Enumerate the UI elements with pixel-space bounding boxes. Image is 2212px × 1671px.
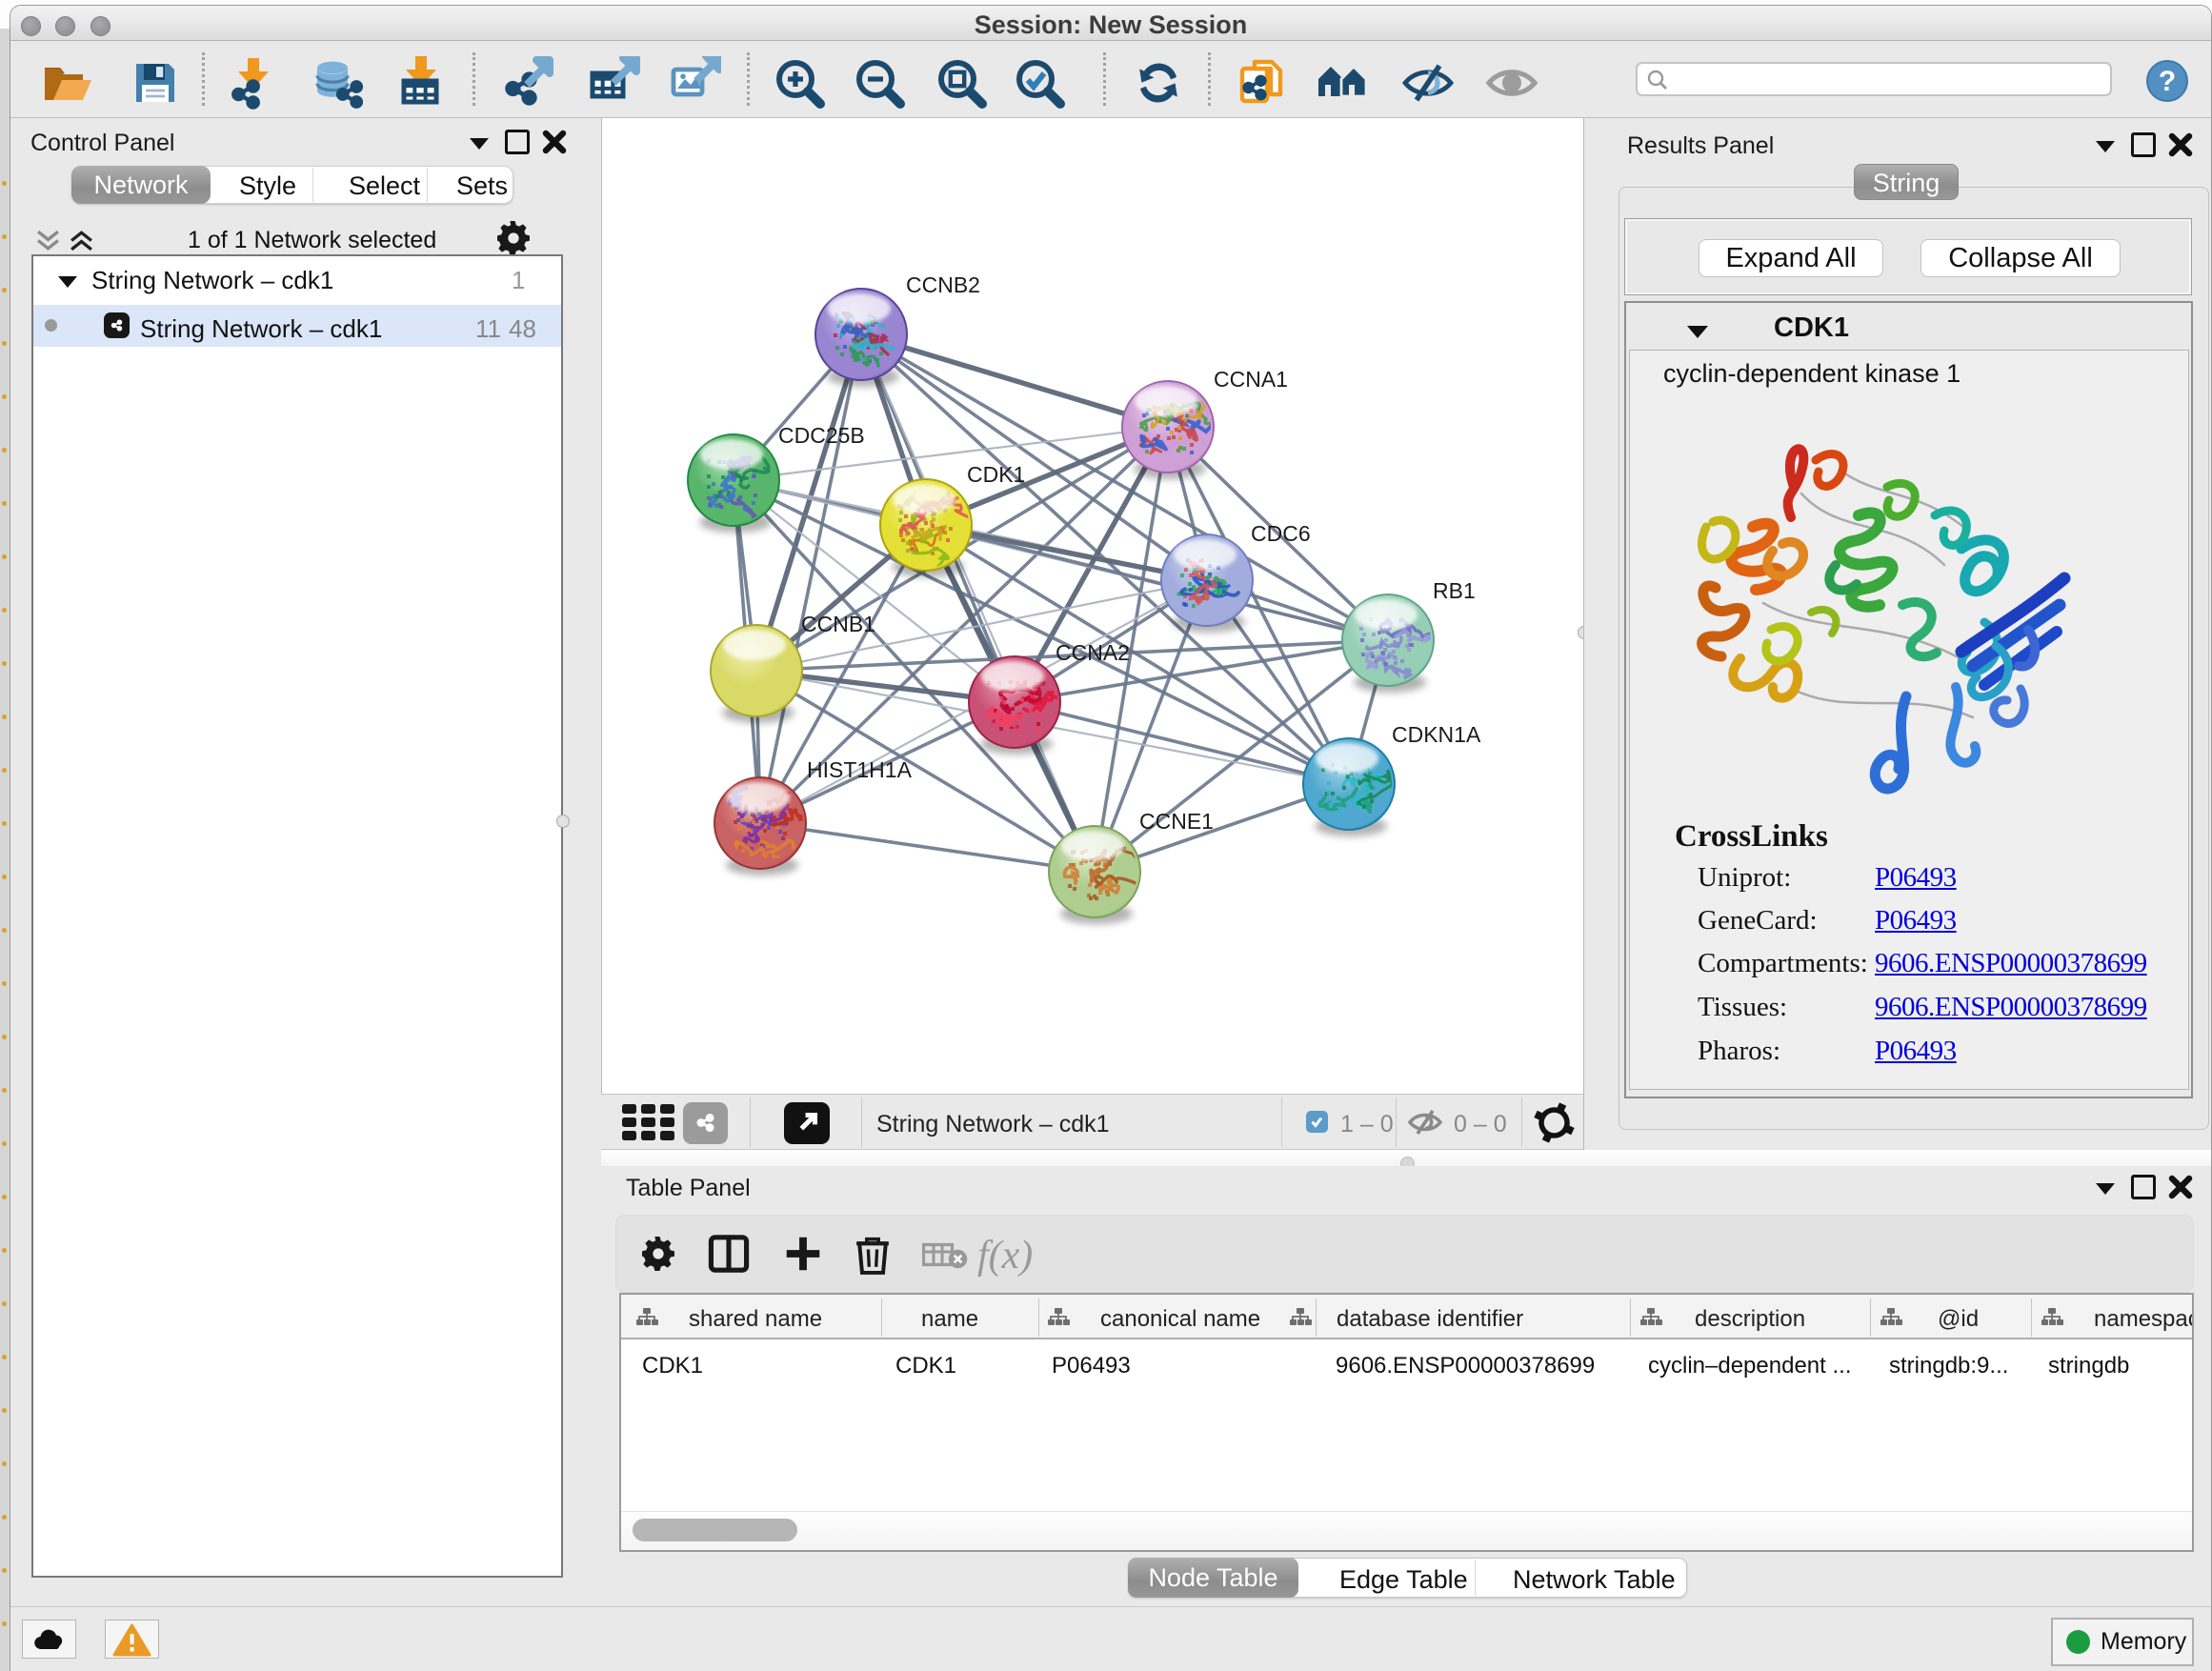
- svg-text:CDC6: CDC6: [1251, 521, 1311, 546]
- svg-text:?: ?: [2159, 66, 2176, 97]
- svg-text:CCNB1: CCNB1: [801, 612, 875, 636]
- svg-text:CCNA2: CCNA2: [1056, 640, 1130, 665]
- svg-text:CDK1: CDK1: [967, 462, 1025, 487]
- svg-text:CDC25B: CDC25B: [778, 423, 865, 448]
- svg-text:HIST1H1A: HIST1H1A: [807, 757, 913, 782]
- svg-text:RB1: RB1: [1433, 578, 1476, 603]
- svg-text:CCNA1: CCNA1: [1214, 367, 1288, 392]
- svg-text:CCNB2: CCNB2: [906, 272, 980, 297]
- svg-text:CCNE1: CCNE1: [1139, 809, 1214, 834]
- svg-text:CDKN1A: CDKN1A: [1392, 722, 1481, 747]
